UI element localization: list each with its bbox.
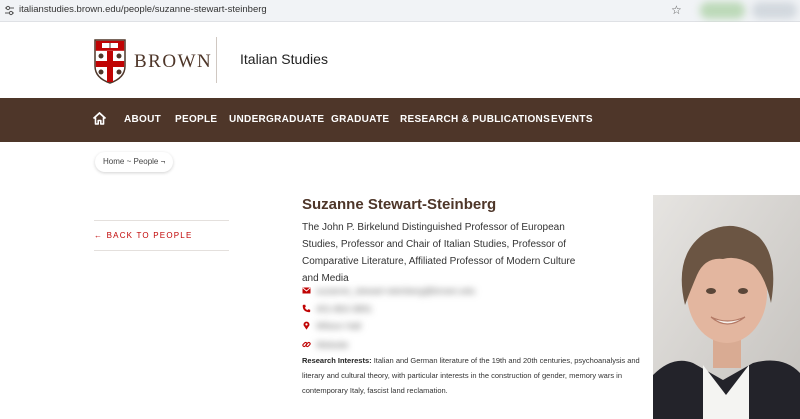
blurred-extension-area <box>700 2 745 19</box>
url-text[interactable]: italianstudies.brown.edu/people/suzanne-… <box>19 4 267 15</box>
back-link-container: ← BACK TO PEOPLE <box>94 220 229 251</box>
link-icon <box>302 341 311 348</box>
header-divider <box>216 37 217 83</box>
phone-icon <box>302 304 311 313</box>
department-title[interactable]: Italian Studies <box>240 51 328 67</box>
nav-item-undergraduate[interactable]: UNDERGRADUATE <box>229 114 324 125</box>
contact-email-value[interactable]: suzanne_stewart-steinberg@brown.edu <box>316 286 475 296</box>
portrait-illustration <box>653 195 800 419</box>
nav-item-events[interactable]: EVENTS <box>551 114 593 125</box>
profile-name: Suzanne Stewart-Steinberg <box>302 196 497 213</box>
location-icon <box>303 321 310 330</box>
research-interests: Research Interests: Italian and German l… <box>302 353 652 398</box>
brown-wordmark[interactable]: BROWN <box>134 51 212 73</box>
main-navigation: ABOUT PEOPLE UNDERGRADUATE GRADUATE RESE… <box>0 98 800 142</box>
email-icon <box>302 287 311 294</box>
contact-phone-value[interactable]: 401-863-3891 <box>316 304 372 314</box>
nav-item-research-publications[interactable]: RESEARCH & PUBLICATIONS <box>400 114 550 125</box>
contact-website-value[interactable]: Website <box>316 340 348 350</box>
nav-item-about[interactable]: ABOUT <box>124 114 161 125</box>
browser-url-bar[interactable]: italianstudies.brown.edu/people/suzanne-… <box>0 0 800 22</box>
profile-title: The John P. Birkelund Distinguished Prof… <box>302 222 576 284</box>
back-to-people-link[interactable]: ← BACK TO PEOPLE <box>94 231 193 240</box>
nav-item-people[interactable]: PEOPLE <box>175 114 217 125</box>
blurred-extension-area <box>752 2 797 19</box>
profile-photo <box>653 195 800 419</box>
contact-location-value: Wilson Hall <box>316 321 362 331</box>
site-settings-icon[interactable] <box>4 5 15 16</box>
breadcrumb[interactable]: Home ~ People ¬ <box>95 152 174 172</box>
home-icon[interactable] <box>92 111 107 126</box>
site-header: BROWN Italian Studies <box>0 22 800 98</box>
brown-shield-logo[interactable] <box>94 38 126 84</box>
research-interests-label: Research Interests: <box>302 356 372 365</box>
nav-item-graduate[interactable]: GRADUATE <box>331 114 389 125</box>
bookmark-star-icon[interactable]: ☆ <box>671 3 682 17</box>
